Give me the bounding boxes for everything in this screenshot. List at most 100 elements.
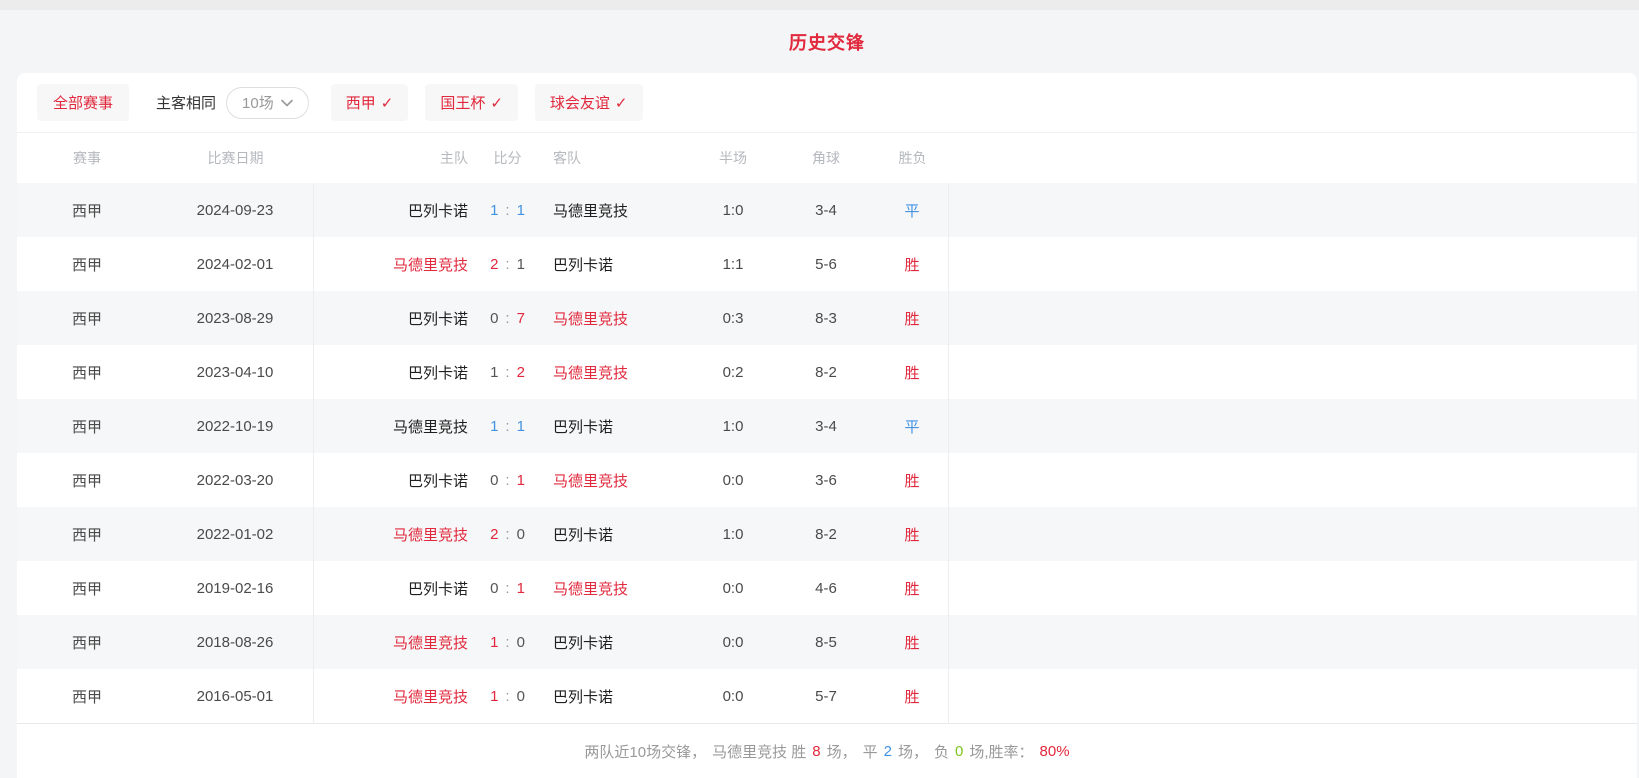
cell-home-team[interactable]: 马德里竞技 [314, 507, 470, 561]
score-colon: : [505, 418, 509, 435]
cell-league: 西甲 [17, 507, 157, 561]
same-venue-toggle[interactable]: 主客相同 [156, 92, 216, 113]
table-row[interactable]: 西甲 2024-02-01 马德里竞技 2:1 巴列卡诺 1:1 5-6 胜 [17, 237, 1637, 291]
away-score: 1 [517, 256, 525, 273]
table-row[interactable]: 西甲 2022-03-20 巴列卡诺 0:1 马德里竞技 0:0 3-6 胜 [17, 453, 1637, 507]
score-colon: : [505, 256, 509, 273]
home-score: 0 [490, 310, 498, 327]
cell-away-team[interactable]: 巴列卡诺 [545, 669, 690, 723]
cell-score: 0:7 [470, 291, 545, 345]
cell-score: 1:1 [470, 399, 545, 453]
check-icon: ✓ [381, 94, 394, 112]
cell-result: 胜 [876, 615, 949, 669]
table-row[interactable]: 西甲 2022-10-19 马德里竞技 1:1 巴列卡诺 1:0 3-4 平 [17, 399, 1637, 453]
cell-away-team[interactable]: 巴列卡诺 [545, 399, 690, 453]
cell-home-team[interactable]: 马德里竞技 [314, 615, 470, 669]
cell-date: 2016-05-01 [157, 669, 314, 723]
table-row[interactable]: 西甲 2022-01-02 马德里竞技 2:0 巴列卡诺 1:0 8-2 胜 [17, 507, 1637, 561]
cell-league: 西甲 [17, 237, 157, 291]
cell-away-team[interactable]: 马德里竞技 [545, 345, 690, 399]
cell-home-team[interactable]: 巴列卡诺 [314, 561, 470, 615]
cell-date: 2022-03-20 [157, 453, 314, 507]
col-header-result: 胜负 [876, 133, 949, 183]
cell-halftime: 1:1 [690, 237, 776, 291]
competition-chip[interactable]: 西甲 ✓ [331, 84, 409, 121]
cell-score: 2:1 [470, 237, 545, 291]
cell-date: 2023-08-29 [157, 291, 314, 345]
table-header: 赛事 比赛日期 主队 比分 客队 半场 角球 胜负 [17, 133, 1637, 183]
summary-segment: 马德里竞技 胜 [712, 741, 806, 762]
table-body: 西甲 2024-09-23 巴列卡诺 1:1 马德里竞技 1:0 3-4 平 西… [17, 183, 1637, 724]
away-score: 0 [517, 688, 525, 705]
cell-home-team[interactable]: 马德里竞技 [314, 237, 470, 291]
away-score: 1 [517, 472, 525, 489]
cell-away-team[interactable]: 马德里竞技 [545, 561, 690, 615]
cell-home-team[interactable]: 马德里竞技 [314, 669, 470, 723]
competition-chip[interactable]: 球会友谊 ✓ [535, 84, 643, 121]
summary-segment: 负 [934, 741, 949, 762]
cell-date: 2019-02-16 [157, 561, 314, 615]
summary-segment: 2 [884, 743, 892, 760]
cell-score: 0:1 [470, 453, 545, 507]
cell-home-team[interactable]: 马德里竞技 [314, 399, 470, 453]
table-row[interactable]: 西甲 2019-02-16 巴列卡诺 0:1 马德里竞技 0:0 4-6 胜 [17, 561, 1637, 615]
match-count-select[interactable]: 10场 [226, 87, 309, 119]
cell-corners: 3-4 [776, 183, 876, 237]
home-score: 1 [490, 688, 498, 705]
cell-home-team[interactable]: 巴列卡诺 [314, 453, 470, 507]
cell-corners: 5-7 [776, 669, 876, 723]
summary-segment: 80% [1040, 743, 1070, 760]
cell-away-team[interactable]: 马德里竞技 [545, 453, 690, 507]
home-score: 0 [490, 580, 498, 597]
cell-date: 2024-09-23 [157, 183, 314, 237]
table-row[interactable]: 西甲 2023-04-10 巴列卡诺 1:2 马德里竞技 0:2 8-2 胜 [17, 345, 1637, 399]
cell-filler [949, 291, 1637, 345]
cell-date: 2023-04-10 [157, 345, 314, 399]
score-colon: : [505, 364, 509, 381]
cell-away-team[interactable]: 马德里竞技 [545, 183, 690, 237]
cell-corners: 8-3 [776, 291, 876, 345]
all-events-button[interactable]: 全部赛事 [37, 84, 129, 121]
cell-filler [949, 615, 1637, 669]
cell-result: 平 [876, 399, 949, 453]
competition-chip[interactable]: 国王杯 ✓ [425, 84, 518, 121]
cell-home-team[interactable]: 巴列卡诺 [314, 345, 470, 399]
table-row[interactable]: 西甲 2023-08-29 巴列卡诺 0:7 马德里竞技 0:3 8-3 胜 [17, 291, 1637, 345]
cell-filler [949, 183, 1637, 237]
cell-halftime: 0:0 [690, 669, 776, 723]
home-score: 1 [490, 634, 498, 651]
cell-date: 2024-02-01 [157, 237, 314, 291]
check-icon: ✓ [490, 94, 503, 112]
cell-away-team[interactable]: 巴列卡诺 [545, 615, 690, 669]
cell-filler [949, 561, 1637, 615]
table-row[interactable]: 西甲 2016-05-01 马德里竞技 1:0 巴列卡诺 0:0 5-7 胜 [17, 669, 1637, 723]
table-row[interactable]: 西甲 2018-08-26 马德里竞技 1:0 巴列卡诺 0:0 8-5 胜 [17, 615, 1637, 669]
cell-result: 胜 [876, 507, 949, 561]
cell-league: 西甲 [17, 453, 157, 507]
cell-home-team[interactable]: 巴列卡诺 [314, 291, 470, 345]
cell-score: 1:0 [470, 669, 545, 723]
summary-segment: 场,胜率： [969, 741, 1033, 762]
cell-away-team[interactable]: 巴列卡诺 [545, 507, 690, 561]
competition-chip-label: 球会友谊 [550, 92, 610, 113]
cell-result: 胜 [876, 453, 949, 507]
cell-away-team[interactable]: 巴列卡诺 [545, 237, 690, 291]
summary-segment: 两队近10场交锋， [584, 741, 706, 762]
cell-halftime: 1:0 [690, 507, 776, 561]
summary-segment: 平 [863, 741, 878, 762]
cell-league: 西甲 [17, 669, 157, 723]
away-score: 7 [517, 310, 525, 327]
cell-halftime: 0:0 [690, 561, 776, 615]
table-row[interactable]: 西甲 2024-09-23 巴列卡诺 1:1 马德里竞技 1:0 3-4 平 [17, 183, 1637, 237]
cell-filler [949, 237, 1637, 291]
home-score: 1 [490, 202, 498, 219]
cell-home-team[interactable]: 巴列卡诺 [314, 183, 470, 237]
col-header-score: 比分 [470, 133, 545, 183]
score-colon: : [505, 472, 509, 489]
cell-corners: 3-4 [776, 399, 876, 453]
score-colon: : [505, 310, 509, 327]
cell-away-team[interactable]: 马德里竞技 [545, 291, 690, 345]
cell-league: 西甲 [17, 183, 157, 237]
away-score: 2 [517, 364, 525, 381]
home-score: 1 [490, 364, 498, 381]
